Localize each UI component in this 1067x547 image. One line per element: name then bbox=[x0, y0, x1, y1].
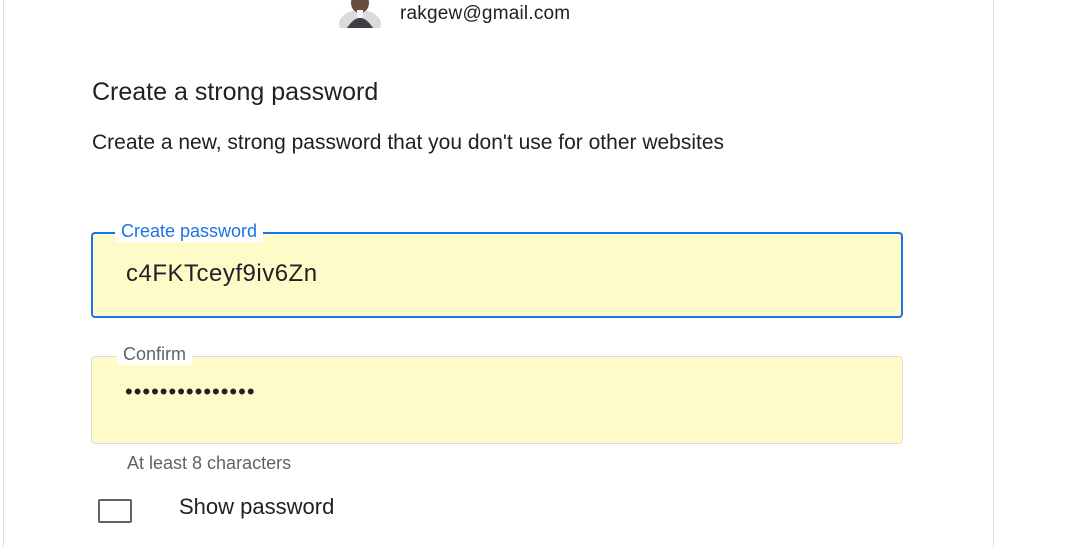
create-password-input[interactable]: c4FKTceyf9iv6Zn bbox=[126, 260, 318, 288]
confirm-password-field[interactable]: Confirm ••••••••••••••• bbox=[91, 343, 903, 444]
show-password-checkbox[interactable] bbox=[98, 499, 132, 523]
create-password-field[interactable]: Create password c4FKTceyf9iv6Zn bbox=[91, 220, 903, 318]
password-page: rakgew@gmail.com Create a strong passwor… bbox=[0, 0, 1067, 547]
page-subtitle: Create a new, strong password that you d… bbox=[92, 131, 725, 154]
account-email: rakgew@gmail.com bbox=[400, 3, 571, 24]
card-border-left bbox=[3, 0, 4, 547]
confirm-password-label: Confirm bbox=[117, 343, 193, 365]
create-password-label: Create password bbox=[115, 220, 264, 242]
account-chip[interactable]: rakgew@gmail.com bbox=[338, 0, 570, 28]
show-password-toggle[interactable]: Show password bbox=[98, 490, 334, 524]
password-helper-text: At least 8 characters bbox=[127, 453, 292, 473]
show-password-label[interactable]: Show password bbox=[179, 494, 334, 520]
page-title: Create a strong password bbox=[92, 78, 379, 106]
confirm-password-input[interactable]: ••••••••••••••• bbox=[125, 379, 256, 405]
user-avatar-icon bbox=[338, 0, 382, 28]
card-border-right bbox=[993, 0, 994, 547]
